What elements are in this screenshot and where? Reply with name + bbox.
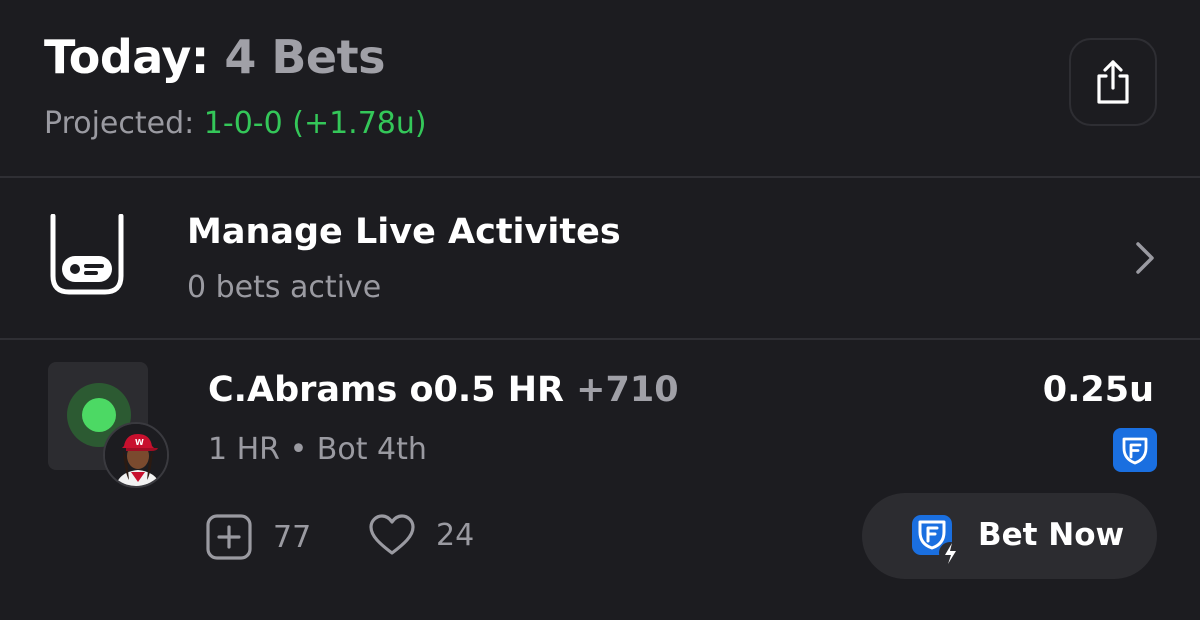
bet-now-button[interactable]: Bet Now (862, 493, 1157, 579)
share-icon (1097, 60, 1129, 104)
heart-icon (369, 514, 415, 555)
bet-card[interactable]: W C.Abrams o0.5 HR +710 1 HR • Bot 4th 0… (0, 340, 1200, 620)
projected-record: Projected: 1-0-0 (+1.78u) (44, 106, 427, 141)
like-button[interactable]: 24 (368, 513, 474, 557)
like-count: 24 (436, 517, 475, 553)
page-title: Today: 4 Bets (44, 30, 385, 84)
chevron-right-icon (1136, 242, 1154, 274)
bet-count: 4 Bets (224, 30, 385, 84)
player-photo-icon: W (105, 424, 167, 486)
bet-status: 1 HR • Bot 4th (208, 432, 427, 467)
projected-label: Projected: (44, 106, 195, 141)
player-avatar: W (103, 422, 169, 488)
bets-screen: Today: 4 Bets Projected: 1-0-0 (+1.78u) … (0, 0, 1200, 620)
header: Today: 4 Bets Projected: 1-0-0 (+1.78u) (0, 0, 1200, 176)
bet-now-label: Bet Now (978, 517, 1125, 553)
fanduel-bolt-icon (912, 515, 961, 564)
manage-live-activities-row[interactable]: Manage Live Activites 0 bets active (0, 178, 1200, 338)
svg-text:W: W (135, 438, 144, 447)
add-button[interactable]: 77 (205, 513, 311, 561)
live-activities-subtitle: 0 bets active (187, 270, 382, 305)
share-button[interactable] (1069, 38, 1157, 126)
bet-pick-title: C.Abrams o0.5 HR +710 (208, 370, 679, 410)
live-activities-title: Manage Live Activites (187, 212, 621, 252)
add-count: 77 (273, 519, 312, 555)
bet-odds: +710 (576, 370, 679, 410)
title-prefix: Today: (44, 30, 209, 84)
add-square-icon (206, 514, 252, 560)
projected-value: 1-0-0 (+1.78u) (203, 106, 427, 141)
bet-units: 0.25u (1042, 370, 1154, 410)
fanduel-icon (1113, 428, 1157, 472)
live-activity-icon (50, 214, 124, 295)
live-status-dot-inner (82, 398, 116, 432)
bet-pick: C.Abrams o0.5 HR (208, 370, 564, 410)
